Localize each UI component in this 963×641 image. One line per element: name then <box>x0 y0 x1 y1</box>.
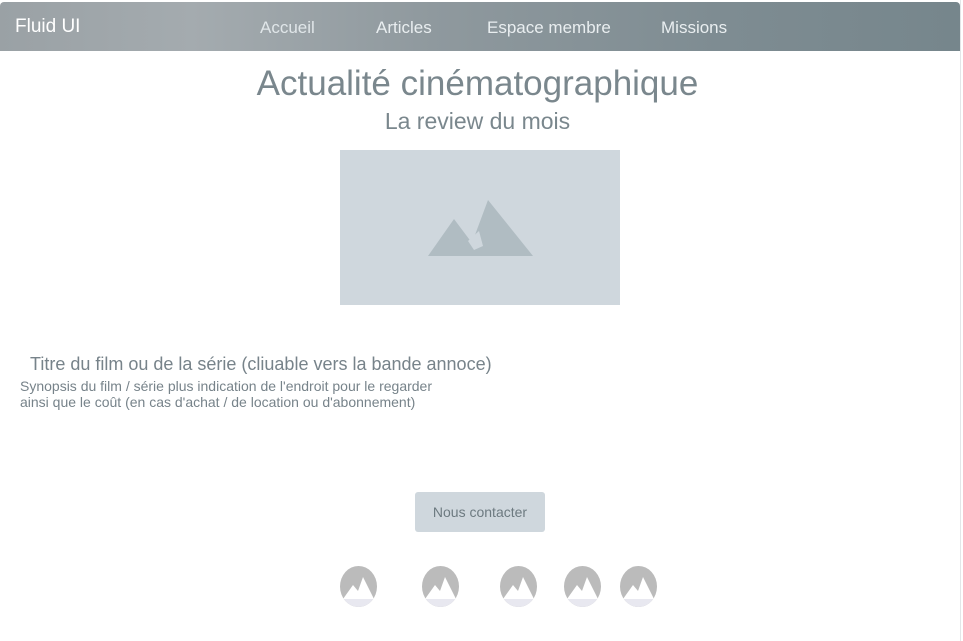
social-icon-3[interactable] <box>500 566 537 607</box>
page-title: Actualité cinématographique <box>256 64 699 103</box>
image-placeholder-icon <box>567 577 598 607</box>
page-frame: Fluid UI Accueil Articles Espace membre … <box>0 0 961 641</box>
page-subtitle: La review du mois <box>384 108 571 134</box>
social-icon-4[interactable] <box>564 566 601 607</box>
synopsis-line: ainsi que le coût (en cas d'achat / de l… <box>20 394 416 410</box>
social-icon-1[interactable] <box>340 566 377 607</box>
nav-link-articles[interactable]: Articles <box>376 17 432 39</box>
brand-logo-text[interactable]: Fluid UI <box>15 16 80 38</box>
nav-link-espace-membre[interactable]: Espace membre <box>487 17 611 39</box>
synopsis-line: Synopsis du film / série plus indication… <box>20 378 433 394</box>
image-placeholder-icon <box>343 577 374 607</box>
social-icon-5[interactable] <box>620 566 657 607</box>
image-placeholder-icon <box>623 577 654 607</box>
image-placeholder-icon <box>428 200 533 256</box>
contact-button[interactable]: Nous contacter <box>415 492 545 532</box>
nav-link-accueil[interactable]: Accueil <box>260 17 315 39</box>
film-title-link[interactable]: Titre du film ou de la série (cliuable v… <box>30 353 492 375</box>
image-placeholder-icon <box>425 577 456 607</box>
image-placeholder-icon <box>503 577 534 607</box>
social-icon-2[interactable] <box>422 566 459 607</box>
nav-link-missions[interactable]: Missions <box>661 17 727 39</box>
film-synopsis: Synopsis du film / série plus indication… <box>20 378 460 410</box>
top-navbar: Fluid UI Accueil Articles Espace membre … <box>0 2 960 51</box>
hero-image-placeholder <box>340 150 620 305</box>
